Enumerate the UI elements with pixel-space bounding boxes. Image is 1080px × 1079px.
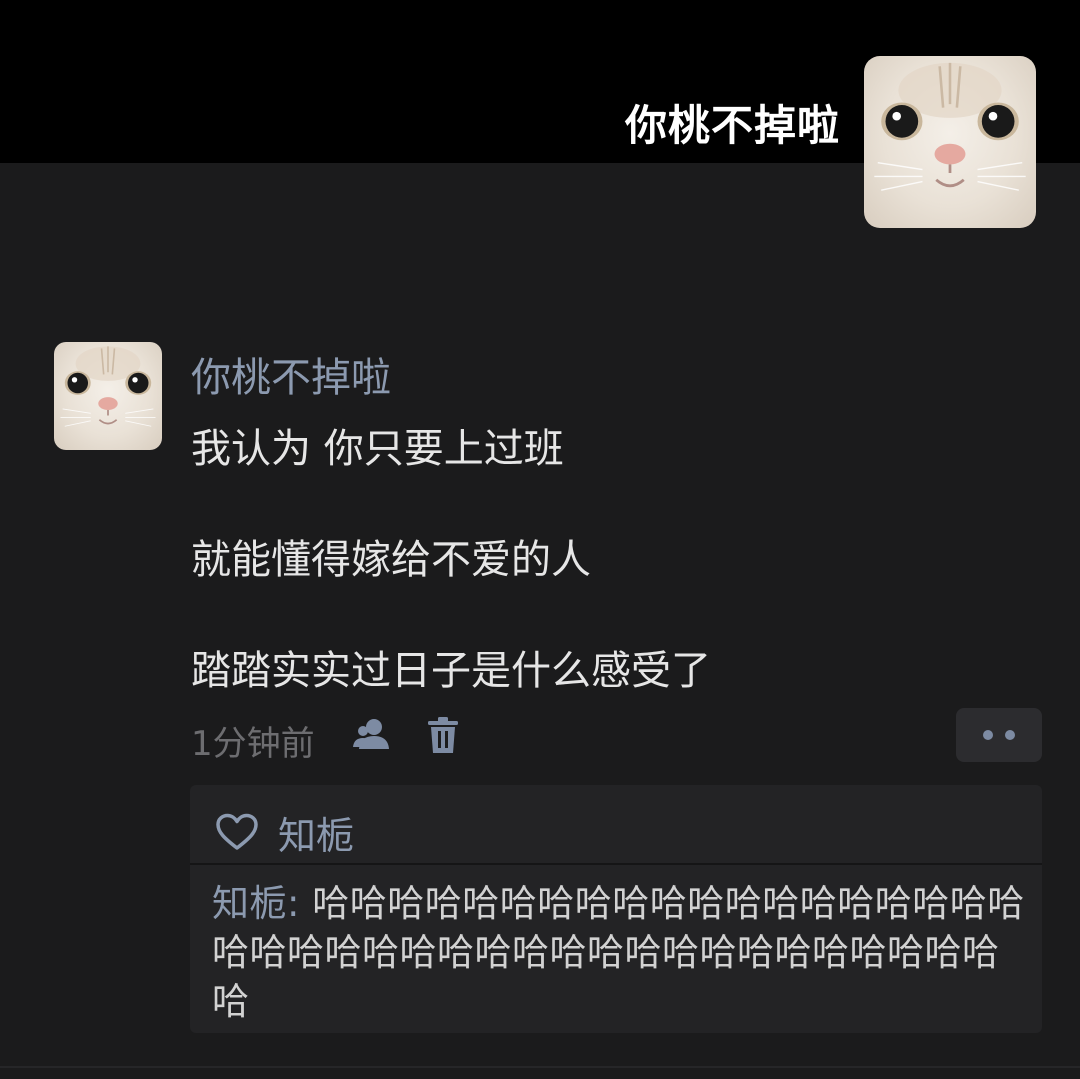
- reply-separator: :: [287, 882, 313, 925]
- header-avatar[interactable]: [864, 56, 1036, 228]
- cat-avatar-icon: [60, 346, 156, 427]
- reply-box: 知栀 知栀: 哈哈哈哈哈哈哈哈哈哈哈哈哈哈哈哈哈哈哈哈哈哈哈哈哈哈哈哈哈哈哈哈哈…: [190, 785, 1042, 1033]
- comment-avatar[interactable]: [54, 342, 162, 450]
- user-icon[interactable]: [350, 713, 394, 757]
- comment-text-line: 我认为 你只要上过班: [191, 426, 564, 472]
- cat-avatar-icon: [874, 62, 1026, 191]
- divider: [190, 863, 1042, 865]
- header-username[interactable]: 你桃不掉啦: [625, 92, 840, 153]
- comment-text-line: 就能懂得嫁给不爱的人: [191, 537, 591, 583]
- comment-timestamp: 1分钟前: [191, 724, 315, 764]
- more-button[interactable]: [956, 708, 1042, 762]
- trash-icon[interactable]: [421, 713, 465, 757]
- divider: [0, 1066, 1080, 1068]
- reply-author[interactable]: 知栀: [212, 882, 287, 925]
- comment-author[interactable]: 你桃不掉啦: [191, 345, 391, 403]
- reply-comment: 知栀: 哈哈哈哈哈哈哈哈哈哈哈哈哈哈哈哈哈哈哈哈哈哈哈哈哈哈哈哈哈哈哈哈哈哈哈哈…: [212, 879, 1032, 1026]
- comment-text-line: 踏踏实实过日子是什么感受了: [191, 648, 711, 694]
- more-dots-icon: [983, 730, 993, 740]
- like-username[interactable]: 知栀: [278, 805, 354, 860]
- heart-icon[interactable]: [214, 812, 260, 852]
- more-dots-icon: [1005, 730, 1015, 740]
- reply-text: 哈哈哈哈哈哈哈哈哈哈哈哈哈哈哈哈哈哈哈哈哈哈哈哈哈哈哈哈哈哈哈哈哈哈哈哈哈哈哈哈…: [212, 882, 1025, 1023]
- likes-row: 知栀: [214, 801, 354, 863]
